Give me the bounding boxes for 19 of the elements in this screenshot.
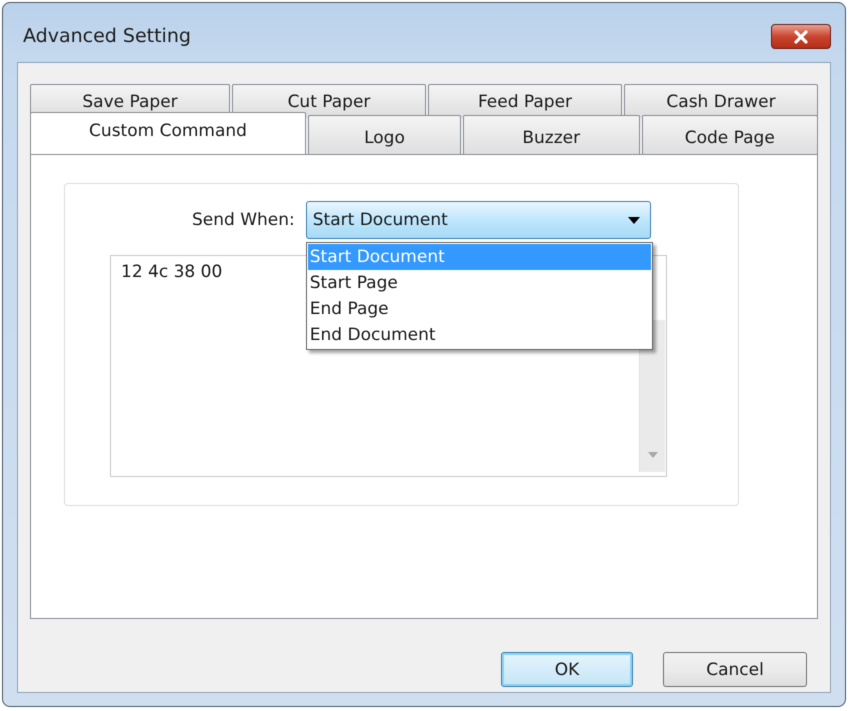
tab[interactable]: Logo [308,115,461,155]
scroll-down-icon [648,452,658,458]
caret-icon [628,216,640,224]
dropdown-option[interactable]: Start Page [308,270,651,296]
tab[interactable]: Buzzer [463,115,640,155]
dialog-button[interactable]: Cancel [663,652,807,687]
tab[interactable]: Custom Command [30,112,306,154]
dropdown-option[interactable]: End Document [308,322,651,348]
tab[interactable]: Code Page [642,115,818,155]
tab[interactable]: Cash Drawer [624,84,818,118]
window-title: Advanced Setting [22,24,191,46]
send-when-label: Send When: [192,210,295,230]
close-icon [793,30,809,44]
send-when-dropdown[interactable]: Start Document [306,201,651,239]
dialog-button[interactable]: OK [501,652,633,687]
tab[interactable]: Feed Paper [428,84,622,118]
command-text: 12 4c 38 00 [120,261,222,282]
close-button[interactable] [771,24,831,49]
dropdown-option[interactable]: End Page [308,296,651,322]
